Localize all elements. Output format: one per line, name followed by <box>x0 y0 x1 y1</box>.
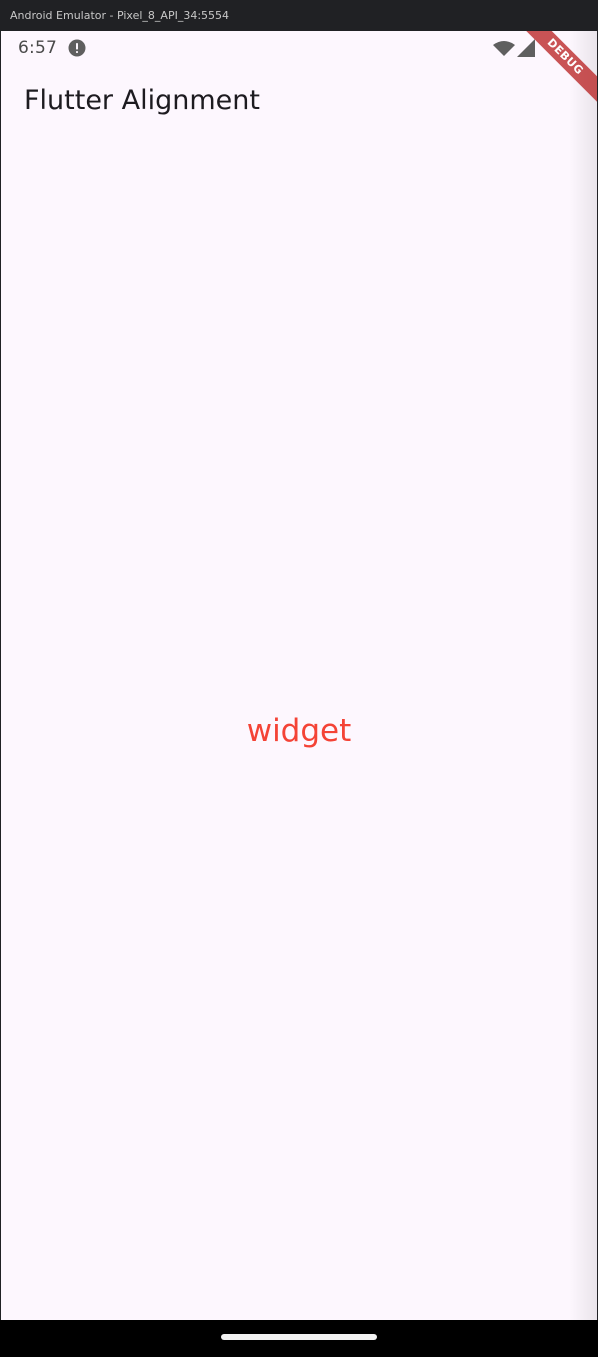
aligned-widget-text: widget <box>246 713 352 749</box>
status-time: 6:57 <box>18 38 57 58</box>
device-screen: 6:57 Flutter Alignment widget DEBUG <box>1 31 597 1320</box>
system-navigation-bar <box>0 1320 598 1357</box>
signal-icon <box>517 39 535 57</box>
home-gesture-handle[interactable] <box>221 1334 377 1340</box>
emulator-window-title: Android Emulator - Pixel_8_API_34:5554 <box>0 0 598 31</box>
body-area: widget <box>1 143 597 1320</box>
app-bar-title: Flutter Alignment <box>24 85 260 116</box>
status-bar: 6:57 <box>1 31 597 67</box>
app-bar: Flutter Alignment <box>1 67 597 143</box>
wifi-icon <box>493 41 515 56</box>
alert-icon <box>68 39 86 57</box>
